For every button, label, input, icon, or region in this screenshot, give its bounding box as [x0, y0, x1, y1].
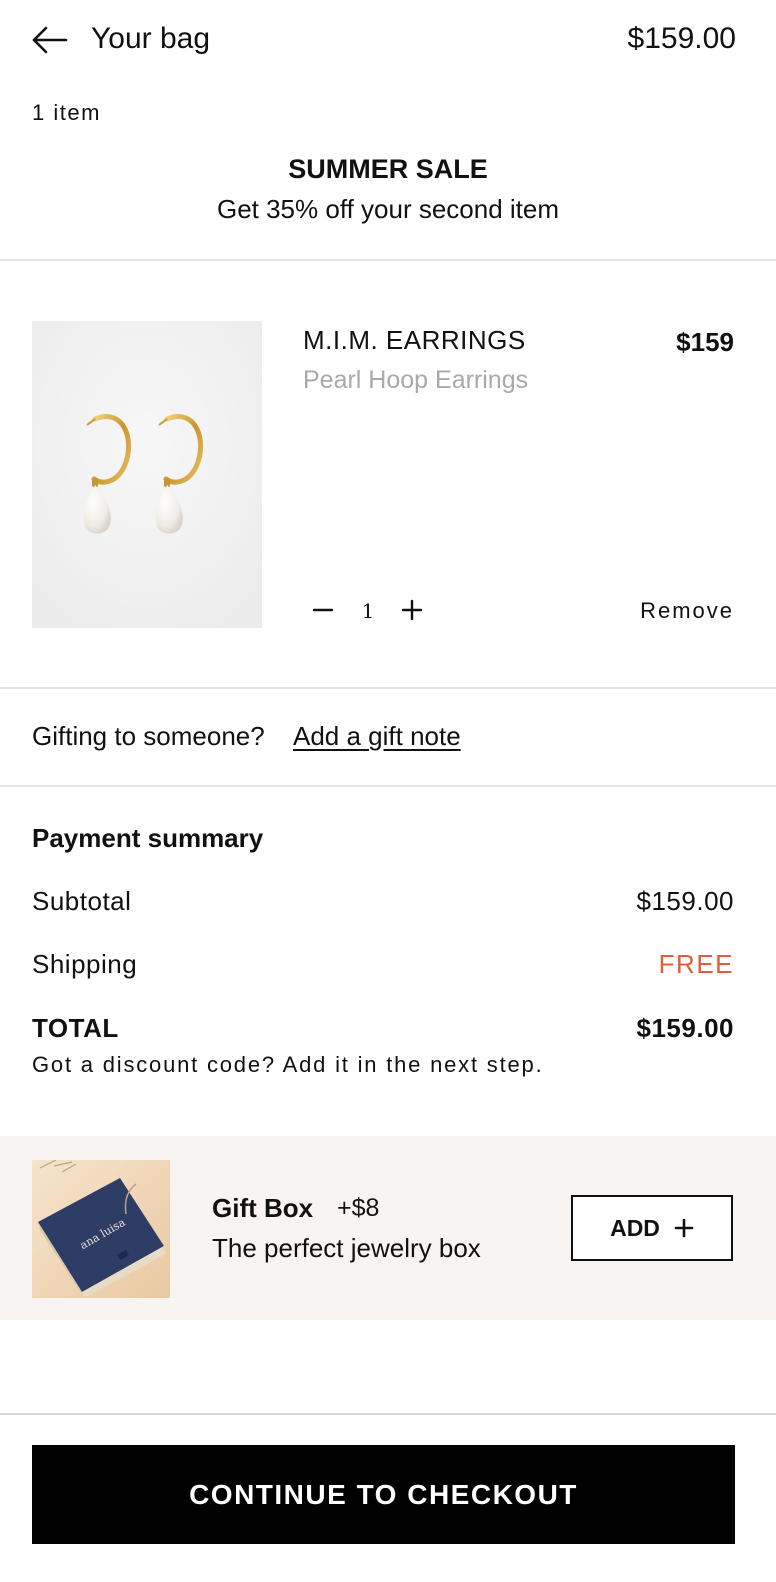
page-title: Your bag: [91, 22, 211, 55]
discount-note: Got a discount code? Add it in the next …: [32, 1052, 544, 1077]
plus-icon: [401, 599, 423, 621]
arrow-left-icon: [32, 26, 68, 54]
product-price: $159: [676, 327, 734, 357]
remove-item-button[interactable]: Remove: [640, 596, 734, 626]
add-gift-note-link[interactable]: Add a gift note: [293, 718, 461, 754]
subtotal-value: $159.00: [636, 886, 734, 916]
divider: [0, 687, 776, 689]
product-image[interactable]: [32, 321, 262, 628]
continue-to-checkout-button[interactable]: CONTINUE TO CHECKOUT: [32, 1445, 735, 1544]
shipping-label: Shipping: [32, 949, 138, 979]
plus-icon: [674, 1218, 694, 1238]
jewelry-gift-box-photo: ana luisa: [32, 1160, 170, 1298]
promo-title: SUMMER SALE: [288, 154, 488, 184]
item-count: 1 item: [32, 100, 101, 125]
quantity-value: 1: [361, 599, 375, 623]
back-button[interactable]: [30, 24, 70, 56]
product-name[interactable]: Pearl Hoop Earrings: [303, 362, 528, 398]
minus-icon: [312, 608, 334, 612]
total-value: $159.00: [636, 1013, 734, 1043]
decrease-quantity-button[interactable]: [310, 596, 336, 624]
total-label: TOTAL: [32, 1013, 119, 1043]
pearl-hoop-earrings-photo: [32, 321, 262, 628]
add-gift-box-button[interactable]: ADD: [571, 1195, 733, 1261]
add-button-label: ADD: [610, 1214, 660, 1241]
bag-total: $159.00: [627, 22, 736, 55]
shipping-value: FREE: [658, 949, 734, 979]
gift-box-name: Gift Box: [212, 1193, 314, 1223]
divider: [0, 785, 776, 787]
subtotal-label: Subtotal: [32, 886, 132, 916]
gift-box-image: ana luisa: [32, 1160, 170, 1298]
divider: [0, 259, 776, 261]
promo-subtitle: Get 35% off your second item: [216, 194, 560, 224]
gift-box-description: The perfect jewelry box: [212, 1233, 481, 1263]
gift-note-question: Gifting to someone?: [32, 721, 265, 751]
increase-quantity-button[interactable]: [399, 596, 425, 624]
payment-summary-title: Payment summary: [32, 823, 264, 853]
divider: [0, 1413, 776, 1415]
gift-box-price: +$8: [337, 1194, 380, 1222]
product-brand[interactable]: M.I.M. EARRINGS: [303, 322, 526, 358]
